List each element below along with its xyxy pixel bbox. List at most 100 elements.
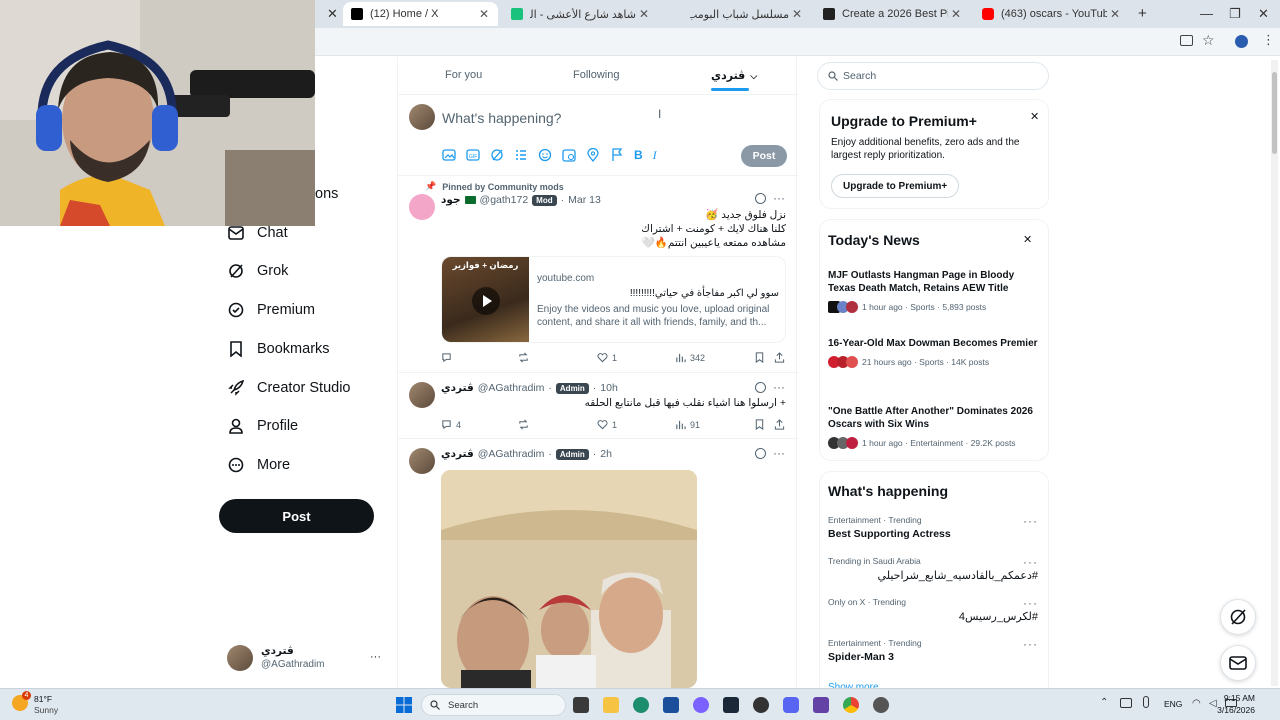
news-item[interactable]: "One Battle After Another" Dominates 202… bbox=[828, 405, 1040, 449]
settings-gear-icon[interactable] bbox=[873, 697, 889, 713]
composer-post-button[interactable]: Post bbox=[741, 145, 787, 167]
bookmark-button[interactable] bbox=[754, 419, 765, 430]
news-item[interactable]: 16-Year-Old Max Dowman Becomes Premier L… bbox=[828, 337, 1040, 368]
bookmark-button[interactable] bbox=[754, 352, 765, 363]
nav-item-grok[interactable]: Grok bbox=[227, 256, 288, 286]
close-icon[interactable]: ✕ bbox=[1023, 233, 1032, 246]
tweet-more-icon[interactable]: ··· bbox=[773, 380, 785, 394]
close-tab-icon[interactable]: ✕ bbox=[476, 7, 492, 21]
close-tab-icon[interactable]: ✕ bbox=[1107, 7, 1123, 21]
microphone-icon[interactable] bbox=[1143, 696, 1149, 708]
trend-name[interactable]: Spider-Man 3 bbox=[828, 651, 894, 663]
nav-item-more[interactable]: More bbox=[227, 450, 290, 480]
close-icon[interactable]: ✕ bbox=[1030, 110, 1039, 123]
reply-button[interactable] bbox=[441, 352, 456, 363]
file-explorer-icon[interactable] bbox=[603, 697, 619, 713]
tweet-avatar[interactable] bbox=[409, 194, 435, 220]
chrome-icon[interactable] bbox=[843, 697, 859, 713]
close-tab-icon[interactable]: ✕ bbox=[948, 7, 964, 21]
scrollbar-thumb[interactable] bbox=[1272, 72, 1277, 154]
close-tab-icon[interactable]: ✕ bbox=[327, 6, 338, 22]
tab-shahid[interactable]: شاهد شارع الأعشى - الموسم 2 / ✕ bbox=[503, 2, 658, 26]
grok-explain-icon[interactable] bbox=[755, 448, 766, 459]
tab-x-home[interactable]: (12) Home / X ✕ bbox=[343, 2, 498, 26]
account-menu-icon[interactable]: ··· bbox=[370, 651, 381, 663]
grok-explain-icon[interactable] bbox=[755, 382, 766, 393]
tweet-author-name[interactable]: جود bbox=[441, 194, 461, 206]
schedule-icon[interactable] bbox=[562, 148, 576, 162]
tweet-avatar[interactable] bbox=[409, 382, 435, 408]
play-icon[interactable] bbox=[472, 287, 500, 315]
profile-avatar-icon[interactable] bbox=[1235, 35, 1248, 48]
install-app-icon[interactable] bbox=[1180, 35, 1193, 46]
language-indicator[interactable]: ENG bbox=[1164, 699, 1182, 709]
news-item[interactable]: MJF Outlasts Hangman Page in Bloody Texa… bbox=[828, 269, 1040, 313]
like-button[interactable]: 1 bbox=[597, 352, 617, 363]
tweet-avatar[interactable] bbox=[409, 448, 435, 474]
nav-item-bookmarks[interactable]: Bookmarks bbox=[227, 334, 330, 364]
new-tab-button[interactable]: + bbox=[1138, 5, 1147, 22]
post-button[interactable]: Post bbox=[219, 499, 374, 533]
restore-icon[interactable]: ❐ bbox=[1229, 6, 1241, 22]
grok-float-button[interactable] bbox=[1220, 599, 1256, 635]
trend-name[interactable]: #لكرس_رسيس4 bbox=[959, 610, 1038, 623]
repost-button[interactable] bbox=[518, 352, 533, 363]
nav-item-creator-studio[interactable]: Creator Studio bbox=[227, 373, 351, 403]
trend-more-icon[interactable]: ··· bbox=[1023, 596, 1038, 610]
tweet-time[interactable]: Mar 13 bbox=[568, 194, 601, 206]
trend-more-icon[interactable]: ··· bbox=[1023, 514, 1038, 528]
trend-more-icon[interactable]: ··· bbox=[1023, 637, 1038, 651]
italic-icon[interactable]: I bbox=[653, 148, 657, 162]
edge-icon[interactable] bbox=[633, 697, 649, 713]
window-close-icon[interactable]: ✕ bbox=[1258, 6, 1269, 22]
tweet-author-handle[interactable]: @AGathradim bbox=[478, 382, 545, 394]
bold-icon[interactable]: B bbox=[634, 148, 643, 162]
app-icon[interactable] bbox=[693, 697, 709, 713]
tab-best-picture[interactable]: Create a 2026 Best Picture Nom ✕ bbox=[815, 2, 970, 26]
location-icon[interactable] bbox=[586, 148, 600, 162]
repost-button[interactable] bbox=[518, 419, 533, 430]
share-button[interactable] bbox=[774, 419, 785, 430]
taskbar-search[interactable]: Search bbox=[421, 694, 566, 716]
tab-series[interactable]: مسلسل شباب البومب 14 الحلقة ✕ bbox=[663, 2, 811, 26]
tweet-author-handle[interactable]: @gath172 bbox=[480, 194, 529, 206]
tweet-more-icon[interactable]: ··· bbox=[773, 446, 785, 460]
messages-float-button[interactable] bbox=[1220, 645, 1256, 681]
composer-input[interactable]: What's happening? bbox=[442, 110, 561, 126]
windows-start-icon[interactable] bbox=[396, 697, 412, 713]
grok-compose-icon[interactable] bbox=[490, 148, 504, 162]
gif-icon[interactable]: GIF bbox=[466, 148, 480, 162]
upgrade-premium-button[interactable]: Upgrade to Premium+ bbox=[831, 174, 960, 198]
reply-button[interactable]: 4 bbox=[441, 419, 461, 430]
tray-chevron-up-icon[interactable]: ⌃ bbox=[1100, 697, 1108, 708]
tab-youtube[interactable]: (463) oscars - YouTube ✕ bbox=[974, 2, 1129, 26]
trend-name[interactable]: Best Supporting Actress bbox=[828, 528, 951, 540]
close-tab-icon[interactable]: ✕ bbox=[636, 7, 652, 21]
poll-icon[interactable] bbox=[514, 148, 528, 162]
search-bar[interactable]: Search bbox=[817, 62, 1049, 90]
nav-item-premium[interactable]: Premium bbox=[227, 295, 315, 325]
tray-app-icon[interactable] bbox=[1120, 698, 1132, 708]
browser-menu-icon[interactable]: ⋮ bbox=[1262, 32, 1275, 48]
app-icon[interactable] bbox=[753, 697, 769, 713]
tweet-author-name[interactable]: ڤتردي bbox=[441, 382, 474, 394]
app-icon[interactable] bbox=[813, 697, 829, 713]
bookmark-star-icon[interactable]: ☆ bbox=[1202, 32, 1215, 49]
tweet-author-handle[interactable]: @AGathradim bbox=[478, 448, 545, 460]
clock-time[interactable]: 9:15 AM bbox=[1195, 693, 1255, 703]
clock-date[interactable]: 3/16/2026 bbox=[1195, 705, 1255, 715]
tweet-more-icon[interactable]: ··· bbox=[773, 191, 785, 205]
steam-icon[interactable] bbox=[723, 697, 739, 713]
page-scrollbar[interactable] bbox=[1271, 60, 1278, 686]
account-avatar[interactable] bbox=[227, 645, 253, 671]
tweet-photo[interactable] bbox=[441, 470, 697, 688]
search-input[interactable]: Search bbox=[843, 70, 876, 82]
flag-icon[interactable] bbox=[610, 148, 624, 162]
task-view-icon[interactable] bbox=[573, 697, 589, 713]
discord-icon[interactable] bbox=[783, 697, 799, 713]
tweet-author-name[interactable]: ڤتردي bbox=[441, 448, 474, 460]
minimize-icon[interactable]: — bbox=[1200, 6, 1213, 21]
nav-item-profile[interactable]: Profile bbox=[227, 411, 298, 441]
views-button[interactable]: 342 bbox=[675, 352, 705, 363]
trend-name[interactable]: #دعمكم_بالقادسيه_شابع_شراحيلي bbox=[878, 569, 1038, 582]
